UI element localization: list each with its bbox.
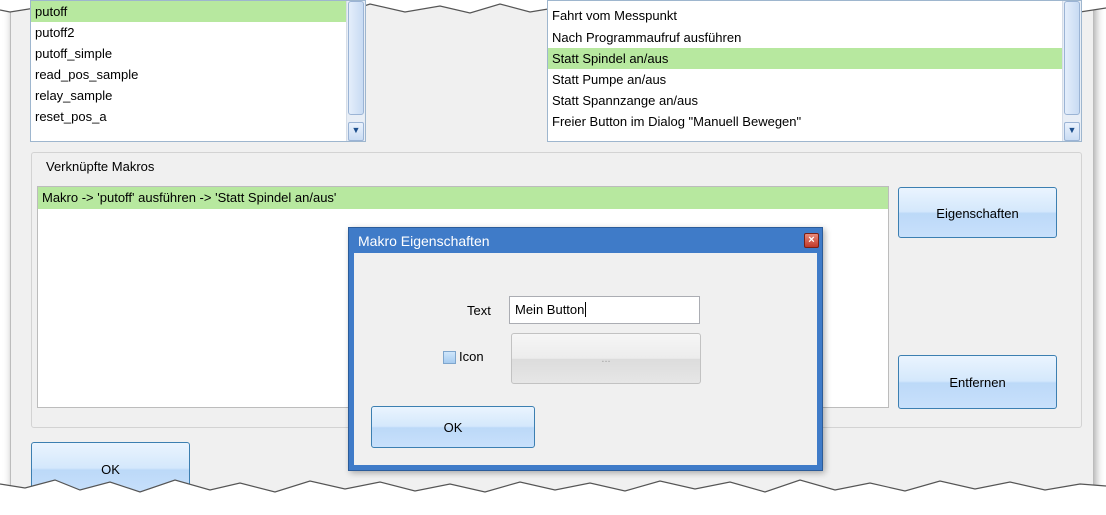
- group-title: Verknüpfte Makros: [46, 159, 155, 174]
- scroll-thumb[interactable]: [348, 1, 364, 115]
- list-item[interactable]: putoff2: [31, 22, 365, 43]
- text-field-value: Mein Button: [515, 302, 585, 317]
- list-item[interactable]: reset_pos_a: [31, 106, 365, 127]
- list-item[interactable]: putoff: [31, 1, 365, 22]
- dialog-title: Makro Eigenschaften: [358, 233, 490, 249]
- torn-edge-bottom: [0, 479, 1106, 515]
- list-item[interactable]: Makro -> 'putoff' ausführen -> 'Statt Sp…: [38, 187, 888, 209]
- dialog-ok-button[interactable]: OK: [371, 406, 535, 448]
- list-item[interactable]: Statt Pumpe an/aus: [548, 69, 1081, 90]
- list-item[interactable]: Fahrt vom Messpunkt: [548, 1, 1081, 27]
- action-list[interactable]: Fahrt vom Messpunkt Nach Programmaufruf …: [547, 0, 1082, 142]
- icon-label: Icon: [459, 349, 484, 364]
- list-item[interactable]: read_pos_sample: [31, 64, 365, 85]
- close-icon[interactable]: ×: [804, 233, 819, 248]
- icon-checkbox[interactable]: [443, 351, 456, 364]
- properties-button[interactable]: Eigenschaften: [898, 187, 1057, 238]
- scroll-down-icon[interactable]: ▼: [1064, 122, 1080, 141]
- remove-button[interactable]: Entfernen: [898, 355, 1057, 409]
- list-item[interactable]: relay_sample: [31, 85, 365, 106]
- scroll-thumb[interactable]: [1064, 1, 1080, 115]
- list-item[interactable]: Statt Spannzange an/aus: [548, 90, 1081, 111]
- list-item[interactable]: putoff_simple: [31, 43, 365, 64]
- browse-icon-button[interactable]: ...: [511, 333, 701, 384]
- scroll-down-icon[interactable]: ▼: [348, 122, 364, 141]
- macro-properties-dialog: Makro Eigenschaften × Text Mein Button I…: [348, 227, 823, 471]
- macro-list[interactable]: putoff putoff2 putoff_simple read_pos_sa…: [30, 0, 366, 142]
- list-item[interactable]: Nach Programmaufruf ausführen: [548, 27, 1081, 48]
- action-list-scrollbar[interactable]: ▼: [1062, 1, 1081, 141]
- list-item[interactable]: Statt Spindel an/aus: [548, 48, 1081, 69]
- text-label: Text: [467, 303, 491, 318]
- list-item[interactable]: Freier Button im Dialog "Manuell Bewegen…: [548, 111, 1081, 132]
- macro-list-scrollbar[interactable]: ▼: [346, 1, 365, 141]
- dialog-body: Text Mein Button Icon ... OK: [354, 253, 817, 465]
- text-field[interactable]: Mein Button: [509, 296, 700, 324]
